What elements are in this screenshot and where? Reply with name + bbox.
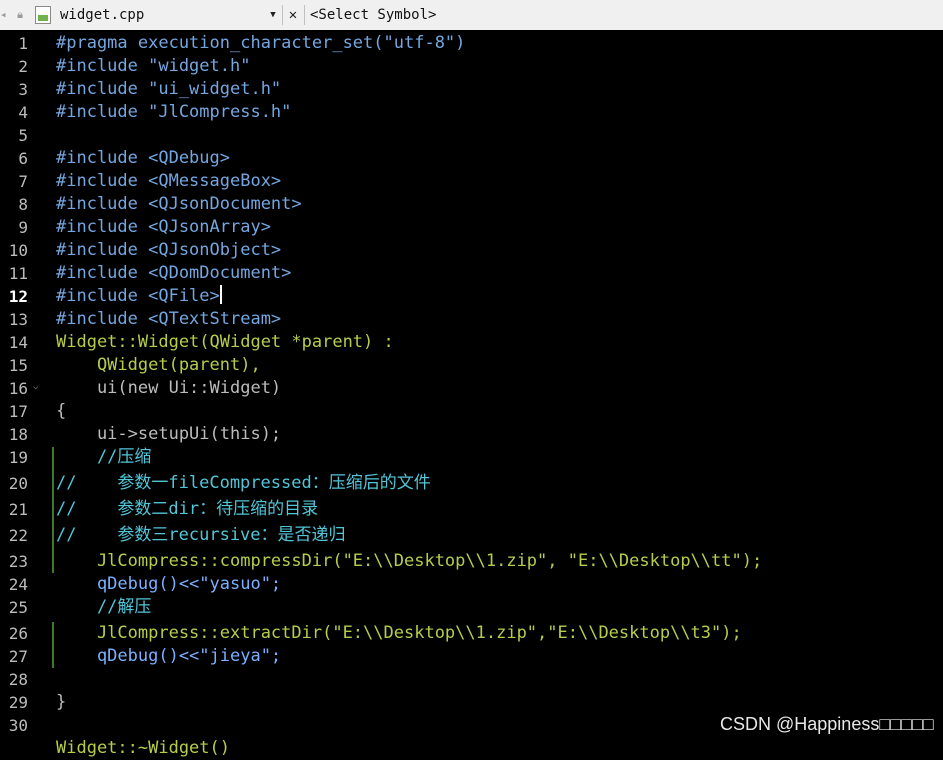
cpp-file-icon [35,6,51,24]
line-number: 29 [8,693,28,712]
line-number: 3 [18,80,28,99]
symbol-selector[interactable]: <Select Symbol> [310,6,436,24]
line-number: 17 [8,402,28,421]
toolbar-divider [282,5,283,25]
change-indicator [52,447,54,573]
line-number: 8 [18,195,28,214]
line-number: 7 [18,172,28,191]
line-number: 5 [18,126,28,145]
change-indicator [52,622,54,668]
code-line: #include <QMessageBox> [56,171,282,191]
code-line: #include <QDomDocument> [56,263,292,283]
line-number: 2 [18,57,28,76]
line-number: 14 [8,333,28,352]
line-number: 11 [8,264,28,283]
code-line: { [56,401,67,421]
code-line: #include <QJsonDocument> [56,194,302,214]
line-number: 26 [8,624,28,643]
code-comment: //解压 [56,597,152,617]
line-number: 22 [8,526,28,545]
code-comment: // 参数三recursive：是否递归 [56,525,346,545]
dropdown-icon[interactable]: ▼ [266,6,280,24]
line-number: 15 [8,356,28,375]
line-number: 21 [8,500,28,519]
code-line: JlCompress::compressDir("E:\\Desktop\\1.… [56,551,763,571]
line-number: 24 [8,575,28,594]
code-editor[interactable]: 1 2 3 4 5 6 7 8 9 10 11 12 13 14 15 16 1… [0,30,943,758]
code-text: #pragma execution_character_set("utf-8") [56,33,466,53]
code-line: ui->setupUi(this); [56,424,282,444]
code-line: #include <QDebug> [56,148,230,168]
line-number: 1 [18,34,28,53]
close-icon[interactable]: ✕ [286,6,300,24]
code-line: qDebug()<<"jieya"; [56,646,282,666]
lock-icon[interactable]: 🔒︎ [14,8,26,22]
editor-toolbar: ◂ 🔒︎ widget.cpp ▼ ✕ <Select Symbol> [0,0,943,31]
code-line: qDebug()<<"yasuo"; [56,574,282,594]
toolbar-divider [304,5,305,25]
code-line: #include <QJsonObject> [56,240,282,260]
line-number: 30 [8,716,28,735]
code-line: Widget::Widget(QWidget *parent) : [56,332,394,352]
fold-chevron-icon[interactable]: ⌵ [33,382,43,392]
nav-arrow-icon[interactable]: ◂ [0,7,12,23]
text-cursor [219,285,222,304]
line-number-current: 12 [8,287,28,306]
code-line: #pragma execution_character_set("utf-8") [56,32,465,55]
watermark-text: CSDN @Happiness□□□□□ [720,714,934,734]
line-number: 19 [8,448,28,467]
line-number: 10 [8,241,28,260]
line-number: 23 [8,552,28,571]
code-comment: // 参数一fileCompressed：压缩后的文件 [56,473,431,493]
code-comment: //压缩 [56,447,152,467]
code-line: ui(new Ui::Widget) [56,378,282,398]
open-file-name[interactable]: widget.cpp [60,6,144,24]
line-number: 27 [8,647,28,666]
line-number: 4 [18,103,28,122]
line-number: 16 [8,379,28,398]
code-line: #include <QJsonArray> [56,217,271,237]
code-line: #include "widget.h" [56,56,251,76]
code-line: #include <QTextStream> [56,309,282,329]
code-line: #include "JlCompress.h" [56,102,292,122]
line-number: 20 [8,474,28,493]
line-number: 9 [18,218,28,237]
code-line: JlCompress::extractDir("E:\\Desktop\\1.z… [56,623,742,643]
code-line: QWidget(parent), [56,355,261,375]
code-line: } [56,692,67,712]
code-text: #include <QFile> [56,286,220,306]
line-number: 25 [8,598,28,617]
line-number: 18 [8,425,28,444]
code-comment: // 参数二dir：待压缩的目录 [56,499,319,519]
line-number: 28 [8,670,28,689]
line-number: 13 [8,310,28,329]
code-line-current: #include <QFile> [56,285,222,308]
code-line: #include "ui_widget.h" [56,79,282,99]
line-number: 6 [18,149,28,168]
